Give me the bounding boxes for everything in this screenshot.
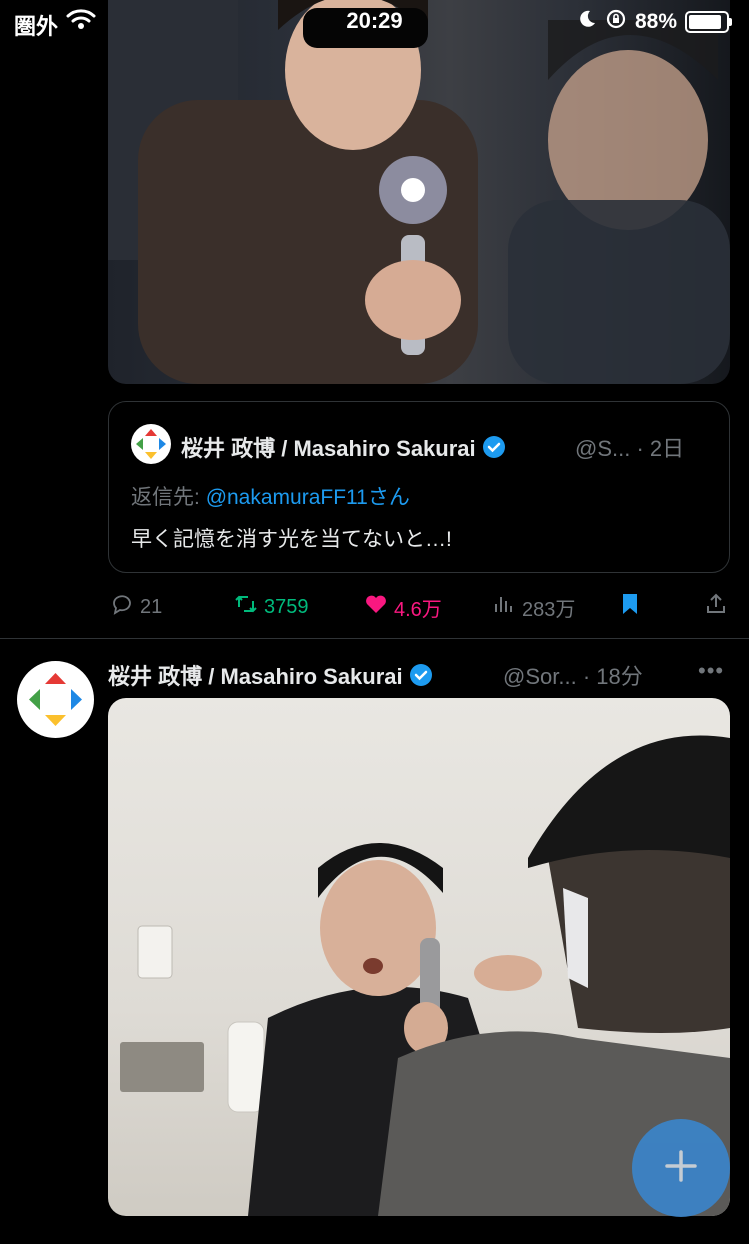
moon-icon — [577, 9, 597, 35]
status-right: 88% — [577, 8, 732, 36]
quoted-tweet-card[interactable]: 桜井 政博 / Masahiro Sakurai @S... · 2日 返信先:… — [108, 401, 730, 573]
tweet-actions: 21 3759 4.6万 283万 — [108, 592, 730, 622]
views-icon — [492, 592, 516, 622]
quoted-tweet-text: 早く記憶を消す光を当てないと…! — [131, 528, 452, 551]
bookmark-button[interactable] — [618, 592, 642, 622]
reply-count: 21 — [140, 595, 163, 618]
like-count: 4.6万 — [394, 598, 442, 621]
views-count: 283万 — [522, 598, 576, 621]
reply-mention[interactable]: @nakamuraFF11さん — [206, 486, 410, 509]
tweet-divider — [0, 638, 749, 639]
reply-icon — [110, 592, 134, 622]
plus-icon — [661, 1146, 701, 1191]
verified-icon — [409, 663, 433, 693]
bookmark-icon — [618, 592, 642, 622]
retweet-button[interactable]: 3759 — [234, 592, 309, 622]
reply-context: 返信先: @nakamuraFF11さん — [131, 486, 410, 509]
author-avatar[interactable] — [17, 661, 94, 738]
battery-percent: 88% — [634, 10, 677, 33]
share-button[interactable] — [704, 592, 728, 622]
more-icon[interactable]: ••• — [698, 658, 724, 684]
quoted-author-name: 桜井 政博 / Masahiro Sakurai — [181, 431, 506, 465]
quoted-handle: @S... · 2日 — [575, 436, 685, 461]
author-name[interactable]: 桜井 政博 / Masahiro Sakurai — [108, 659, 433, 693]
battery-icon — [685, 11, 732, 33]
tweet-image-1[interactable] — [108, 0, 730, 384]
reply-button[interactable]: 21 — [110, 592, 162, 622]
status-bar: 圏外 20:29 88% — [0, 0, 749, 44]
author-handle: @Sor... · 18分 — [503, 664, 643, 689]
verified-icon — [482, 435, 506, 465]
retweet-icon — [234, 592, 258, 622]
views-button[interactable]: 283万 — [492, 592, 575, 622]
heart-icon — [364, 592, 388, 622]
orientation-lock-icon — [605, 8, 627, 36]
tweet-image-2[interactable] — [108, 698, 730, 1216]
like-button[interactable]: 4.6万 — [364, 592, 442, 622]
quoted-avatar[interactable] — [131, 424, 171, 464]
retweet-count: 3759 — [264, 595, 309, 618]
compose-button[interactable] — [632, 1119, 730, 1217]
share-icon — [704, 592, 728, 622]
